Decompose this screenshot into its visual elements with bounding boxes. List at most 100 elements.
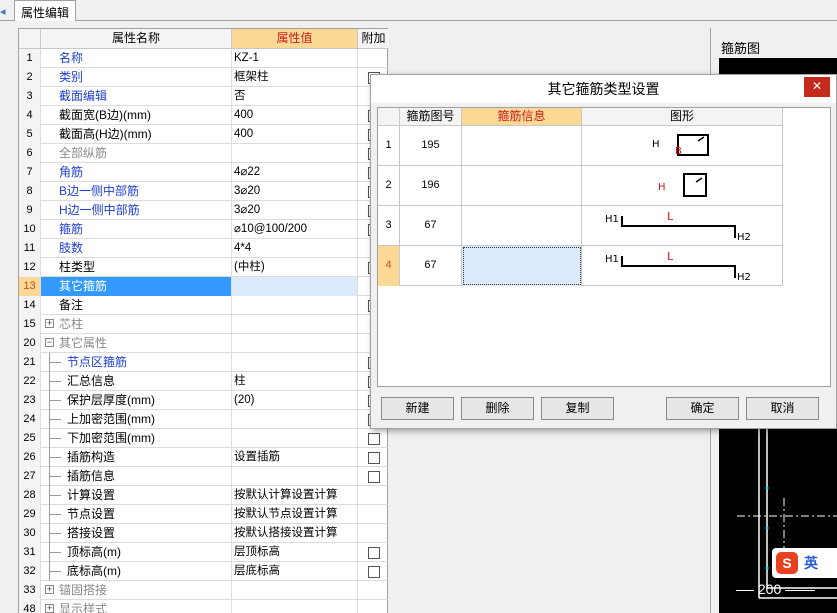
header-shape[interactable]: 图形 <box>582 108 783 126</box>
property-value[interactable]: 4*4 <box>232 239 358 258</box>
property-value[interactable]: 层顶标高 <box>232 543 358 562</box>
close-button[interactable]: ✕ <box>804 77 830 97</box>
grid-row[interactable]: 6 全部纵筋 <box>19 144 389 163</box>
grid-row[interactable]: 24 上加密范围(mm) <box>19 410 389 429</box>
new-button[interactable]: 新建 <box>381 397 454 420</box>
grid-row[interactable]: 23 保护层厚度(mm) (20) <box>19 391 389 410</box>
append-checkbox[interactable] <box>368 471 380 483</box>
header-info[interactable]: 箍筋信息 <box>462 108 582 126</box>
property-name[interactable]: 保护层厚度(mm) <box>41 391 232 410</box>
property-name[interactable]: 箍筋 <box>41 220 232 239</box>
grid-row[interactable]: 33 + 锚固搭接 <box>19 581 389 600</box>
property-name[interactable]: 底标高(m) <box>41 562 232 581</box>
property-name[interactable]: 插筋信息 <box>41 467 232 486</box>
property-name[interactable]: 上加密范围(mm) <box>41 410 232 429</box>
grid-row[interactable]: 5 截面高(H边)(mm) 400 <box>19 125 389 144</box>
property-name[interactable]: 其它箍筋 <box>41 277 232 296</box>
expand-icon[interactable]: + <box>45 585 54 594</box>
property-name[interactable]: 名称 <box>41 49 232 68</box>
expand-icon[interactable]: + <box>45 319 54 328</box>
property-value[interactable] <box>232 296 358 315</box>
property-value[interactable] <box>232 334 358 353</box>
property-value[interactable]: 400 <box>232 106 358 125</box>
stirrup-shape[interactable]: H1 L H2 <box>582 246 783 286</box>
property-name[interactable]: − 其它属性 <box>41 334 232 353</box>
property-name[interactable]: 全部纵筋 <box>41 144 232 163</box>
grid-row[interactable]: 32 底标高(m) 层底标高 <box>19 562 389 581</box>
property-name[interactable]: 角筋 <box>41 163 232 182</box>
delete-button[interactable]: 删除 <box>461 397 534 420</box>
property-value[interactable]: ⌀10@100/200 <box>232 220 358 239</box>
property-name[interactable]: 备注 <box>41 296 232 315</box>
append-checkbox[interactable] <box>368 566 380 578</box>
collapse-icon[interactable]: − <box>45 338 54 347</box>
property-value[interactable]: 按默认搭接设置计算 <box>232 524 358 543</box>
property-value[interactable] <box>232 467 358 486</box>
property-name[interactable]: 计算设置 <box>41 486 232 505</box>
append-checkbox[interactable] <box>368 547 380 559</box>
append-checkbox[interactable] <box>368 452 380 464</box>
stirrup-info[interactable] <box>462 126 582 166</box>
header-name[interactable]: 属性名称 <box>41 29 232 49</box>
stirrup-row[interactable]: 2 196 H <box>378 166 783 206</box>
stirrup-code[interactable]: 195 <box>400 126 462 166</box>
property-value[interactable]: KZ-1 <box>232 49 358 68</box>
property-name[interactable]: 类别 <box>41 68 232 87</box>
property-value[interactable] <box>232 429 358 448</box>
grid-row[interactable]: 9 H边一侧中部筋 3⌀20 <box>19 201 389 220</box>
stirrup-info[interactable] <box>462 166 582 206</box>
property-name[interactable]: 插筋构造 <box>41 448 232 467</box>
grid-row[interactable]: 3 截面编辑 否 <box>19 87 389 106</box>
grid-row[interactable]: 22 汇总信息 柱 <box>19 372 389 391</box>
header-code[interactable]: 箍筋图号 <box>400 108 462 126</box>
property-value[interactable] <box>232 315 358 334</box>
panel-toggle-icon[interactable]: ◂ <box>0 6 6 18</box>
property-value[interactable] <box>232 353 358 372</box>
property-value[interactable]: (20) <box>232 391 358 410</box>
property-value[interactable]: (中柱) <box>232 258 358 277</box>
stirrup-code[interactable]: 196 <box>400 166 462 206</box>
grid-row[interactable]: 8 B边一侧中部筋 3⌀20 <box>19 182 389 201</box>
property-name[interactable]: + 芯柱 <box>41 315 232 334</box>
property-value[interactable]: 400 <box>232 125 358 144</box>
property-name[interactable]: 顶标高(m) <box>41 543 232 562</box>
property-value[interactable]: 框架柱 <box>232 68 358 87</box>
stirrup-row[interactable]: 4 67 H1 L H2 <box>378 246 783 286</box>
property-name[interactable]: 下加密范围(mm) <box>41 429 232 448</box>
grid-row[interactable]: 21 节点区箍筋 <box>19 353 389 372</box>
grid-row[interactable]: 10 箍筋 ⌀10@100/200 <box>19 220 389 239</box>
property-value[interactable] <box>232 144 358 163</box>
property-name[interactable]: B边一侧中部筋 <box>41 182 232 201</box>
property-name[interactable]: 节点设置 <box>41 505 232 524</box>
property-name[interactable]: 截面宽(B边)(mm) <box>41 106 232 125</box>
property-value[interactable]: 柱 <box>232 372 358 391</box>
property-name[interactable]: + 锚固搭接 <box>41 581 232 600</box>
grid-row[interactable]: 27 插筋信息 <box>19 467 389 486</box>
ok-button[interactable]: 确定 <box>666 397 739 420</box>
stirrup-info[interactable] <box>462 246 582 286</box>
grid-row[interactable]: 25 下加密范围(mm) <box>19 429 389 448</box>
stirrup-row[interactable]: 3 67 H1 L H2 <box>378 206 783 246</box>
property-name[interactable]: 截面高(H边)(mm) <box>41 125 232 144</box>
header-value[interactable]: 属性值 <box>232 29 358 49</box>
grid-row[interactable]: 48 + 显示样式 <box>19 600 389 613</box>
stirrup-info[interactable] <box>462 206 582 246</box>
property-value[interactable]: 否 <box>232 87 358 106</box>
stirrup-shape[interactable]: HB <box>582 126 783 166</box>
property-name[interactable]: 柱类型 <box>41 258 232 277</box>
grid-row[interactable]: 30 搭接设置 按默认搭接设置计算 <box>19 524 389 543</box>
property-value[interactable]: 按默认计算设置计算 <box>232 486 358 505</box>
stirrup-shape[interactable]: H1 L H2 <box>582 206 783 246</box>
grid-row[interactable]: 20− 其它属性 <box>19 334 389 353</box>
property-name[interactable]: H边一侧中部筋 <box>41 201 232 220</box>
property-name[interactable]: + 显示样式 <box>41 600 232 613</box>
grid-row[interactable]: 26 插筋构造 设置插筋 <box>19 448 389 467</box>
property-name[interactable]: 截面编辑 <box>41 87 232 106</box>
cancel-button[interactable]: 取消 <box>746 397 819 420</box>
stirrup-code[interactable]: 67 <box>400 206 462 246</box>
grid-row[interactable]: 13 其它箍筋 <box>19 277 389 296</box>
property-value[interactable]: 按默认节点设置计算 <box>232 505 358 524</box>
grid-row[interactable]: 4 截面宽(B边)(mm) 400 <box>19 106 389 125</box>
property-name[interactable]: 肢数 <box>41 239 232 258</box>
stirrup-shape[interactable]: H <box>582 166 783 206</box>
